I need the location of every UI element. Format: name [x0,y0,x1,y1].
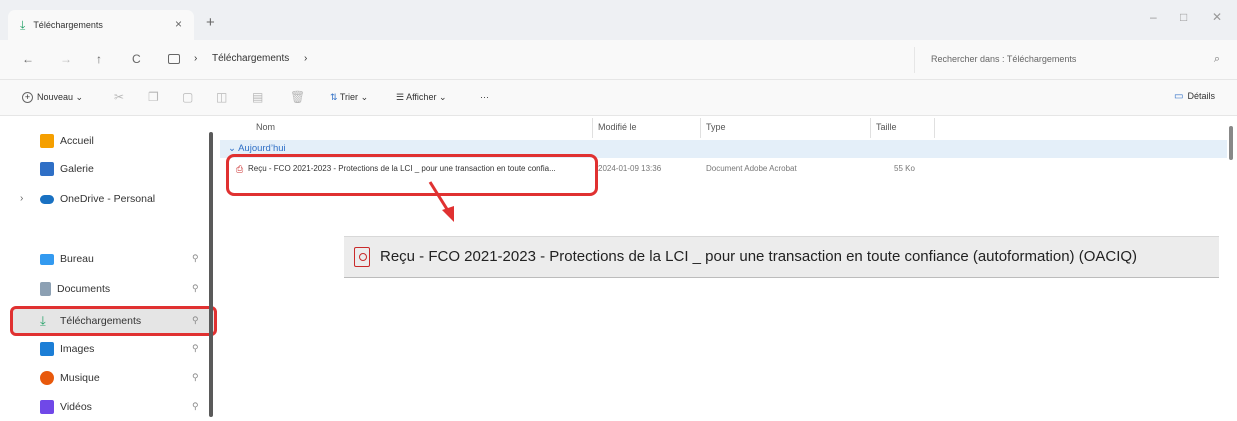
sidebar-item-label: Images [60,343,95,355]
back-button[interactable]: ← [22,52,34,66]
copy-icon[interactable]: ❐ [148,90,159,104]
delete-icon[interactable]: 🗑 [290,90,305,104]
column-divider[interactable] [700,118,701,138]
list-scrollbar[interactable] [1229,126,1233,160]
share-icon[interactable]: ▤ [252,90,263,104]
gallery-icon [40,162,54,176]
group-label: ⌄ Aujourd’hui [228,143,286,154]
annotation-arrow [428,181,454,222]
command-bar: + Nouveau ⌄ ✂ ❐ ▢ ◫ ▤ 🗑 ⇅ Trier ⌄ ☰ Affic… [0,80,1237,116]
column-header-modified[interactable]: Modifié le [598,122,637,132]
column-divider[interactable] [934,118,935,138]
chevron-down-icon: ⌄ [75,92,84,102]
up-button[interactable]: ↑ [96,52,102,66]
sidebar-item-label: OneDrive - Personal [60,193,156,205]
new-label: Nouveau [37,92,74,102]
sidebar-item-galerie[interactable]: Galerie [40,158,94,180]
sidebar-item-onedrive[interactable]: OneDrive - Personal [40,188,155,210]
sidebar-item-bureau[interactable]: Bureau [40,248,94,270]
title-bar: ⤓ Téléchargements × + – □ ✕ [0,0,1237,40]
cut-icon[interactable]: ✂ [114,90,124,104]
details-button[interactable]: ▭ Détails [1174,91,1215,102]
file-modified: 2024-01-09 13:36 [598,164,662,173]
pin-icon[interactable]: ⚲ [192,283,199,294]
pin-icon[interactable]: ⚲ [192,343,199,354]
new-tab-button[interactable]: + [206,14,215,31]
column-divider[interactable] [870,118,871,138]
file-type: Document Adobe Acrobat [706,164,797,173]
column-divider[interactable] [592,118,593,138]
new-button[interactable]: + Nouveau ⌄ [22,92,83,103]
view-label: Afficher [406,92,437,102]
search-icon: ⌕ [1213,53,1220,65]
arrow-head [442,206,454,222]
pin-icon[interactable]: ⚲ [192,401,199,412]
chevron-down-icon: ⌄ [438,92,447,102]
sidebar-item-accueil[interactable]: Accueil [40,130,94,152]
chevron-down-icon: ⌄ [360,92,369,102]
home-icon [40,134,54,148]
sidebar-item-label: Documents [57,283,111,295]
paste-icon[interactable]: ▢ [182,90,193,104]
minimize-button[interactable]: – [1150,10,1157,24]
annotation-highlight-box [10,306,217,336]
maximize-button[interactable]: □ [1180,10,1187,24]
file-size: 55 Ko [894,164,915,173]
image-icon [40,342,54,356]
search-box[interactable]: Rechercher dans : Téléchargements ⌕ [914,47,1226,73]
sidebar-item-label: Bureau [60,253,94,265]
video-icon [40,400,54,414]
sidebar-item-label: Galerie [60,163,94,175]
sidebar-item-label: Vidéos [60,401,92,413]
sidebar-item-label: Musique [60,372,100,384]
navigation-pane: Accueil Galerie › OneDrive - Personal Bu… [0,116,217,421]
zoomed-filename-callout: Reçu - FCO 2021-2023 - Protections de la… [344,236,1219,278]
tab-telechargements[interactable]: ⤓ Téléchargements × [8,10,194,40]
tab-title: Téléchargements [33,20,103,30]
group-label-text: Aujourd’hui [238,143,286,154]
desktop-icon [40,253,54,265]
music-icon [40,371,54,385]
more-button[interactable]: ··· [480,92,489,102]
view-icon: ☰ [396,92,405,102]
expand-chevron-icon[interactable]: › [20,193,23,204]
monitor-icon[interactable] [168,54,180,64]
cloud-icon [40,194,54,204]
chevron-down-icon: ⌄ [228,143,236,154]
sidebar-item-documents[interactable]: Documents [40,278,110,300]
breadcrumb-chevron: › [194,53,198,64]
search-placeholder: Rechercher dans : Téléchargements [931,54,1077,64]
sidebar-item-videos[interactable]: Vidéos [40,396,92,418]
view-button[interactable]: ☰ Afficher ⌄ [396,92,447,103]
breadcrumb-telechargements[interactable]: Téléchargements [212,53,289,64]
plus-circle-icon: + [22,92,33,103]
pdf-icon [354,247,370,267]
download-icon: ⤓ [20,17,26,32]
sidebar-item-musique[interactable]: Musique [40,367,100,389]
sort-icon: ⇅ [330,92,338,102]
rename-icon[interactable]: ◫ [216,90,227,104]
column-header-size[interactable]: Taille [876,122,897,132]
column-header-type[interactable]: Type [706,122,726,132]
address-bar: ← → ↑ C › Téléchargements › Rechercher d… [0,40,1237,80]
annotation-highlight-box [226,154,598,196]
forward-button[interactable]: → [60,52,72,66]
zoomed-filename: Reçu - FCO 2021-2023 - Protections de la… [380,248,1138,265]
document-icon [40,282,51,296]
sort-label: Trier [339,92,359,102]
sort-button[interactable]: ⇅ Trier ⌄ [330,92,368,103]
pin-icon[interactable]: ⚲ [192,253,199,264]
sidebar-scrollbar[interactable] [209,132,213,417]
tab-close-button[interactable]: × [175,17,182,31]
column-header-name[interactable]: Nom [256,122,275,132]
sidebar-item-label: Accueil [60,135,94,147]
details-pane-icon: ▭ [1174,91,1184,102]
close-button[interactable]: ✕ [1212,10,1222,24]
sidebar-item-images[interactable]: Images [40,338,94,360]
breadcrumb-chevron-end[interactable]: › [304,53,307,64]
refresh-button[interactable]: C [132,52,141,66]
details-label: Détails [1187,91,1215,101]
pin-icon[interactable]: ⚲ [192,372,199,383]
